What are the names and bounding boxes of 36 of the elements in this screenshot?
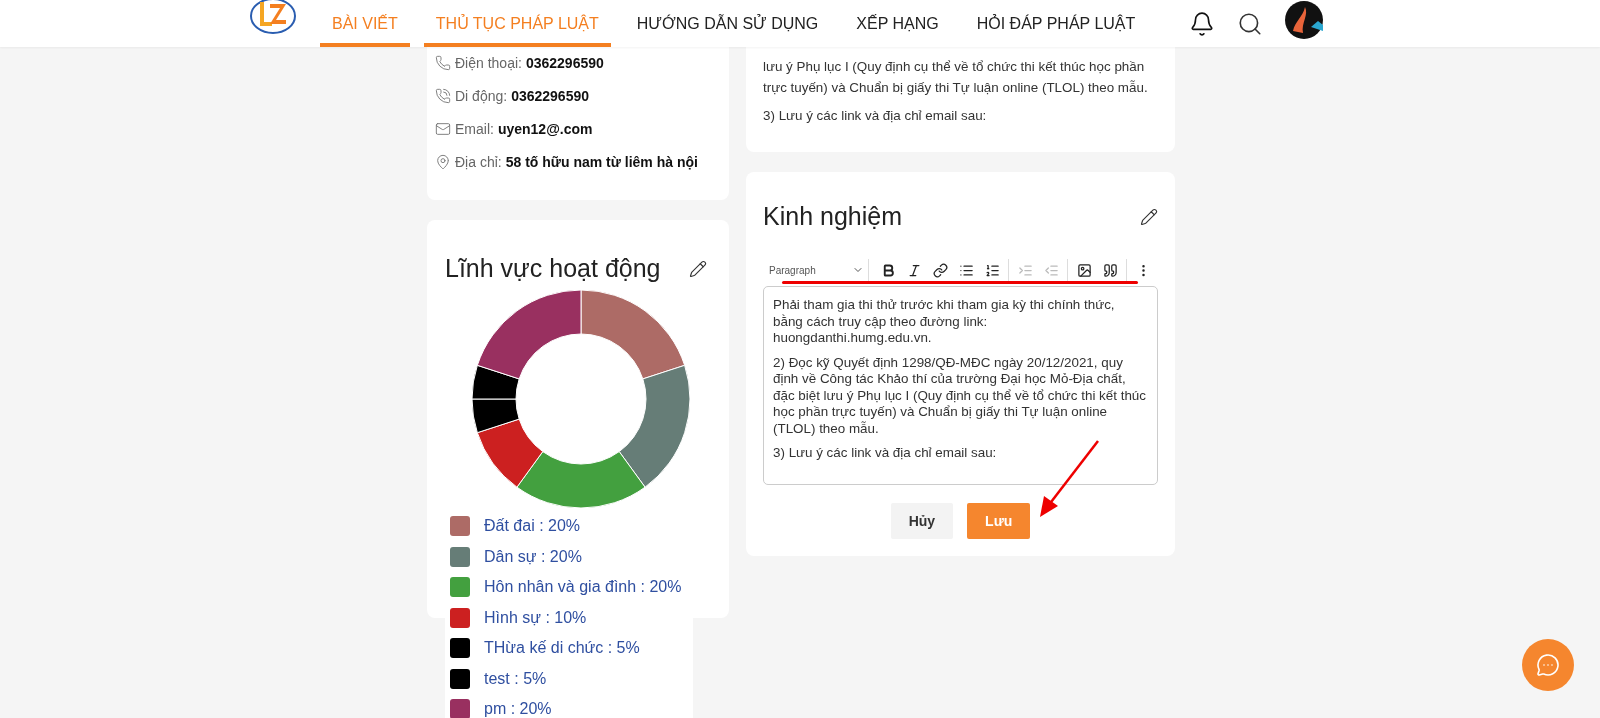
legend-label: Hình sự : 10%	[484, 608, 587, 627]
article-paragraph: lưu ý Phụ lục I (Quy định cụ thể về tổ chức thi kết thúc học phần trực tuyến) và Chuẩn bị giấy thi Tự luận online (TLOL) theo mẫu.	[763, 58, 1149, 97]
nav-link[interactable]: HƯỚNG DẪN SỬ DỤNG	[624, 0, 831, 47]
article-paragraph: 3) Lưu ý các link và địa chỉ email sau:	[763, 107, 988, 125]
legend-label: test : 5%	[484, 669, 547, 688]
chat-icon	[1536, 653, 1560, 677]
cancel-button[interactable]: Hủy	[890, 503, 954, 539]
contact-label: Email:	[455, 120, 494, 137]
logo[interactable]	[248, 0, 298, 36]
editor-field[interactable]	[763, 286, 1158, 485]
legend-label: pm : 20%	[484, 700, 552, 718]
contact-label: Di động:	[455, 87, 508, 104]
edit-icon[interactable]	[689, 259, 707, 278]
editor-paragraph: Phải tham gia thi thử trước khi tham gia kỳ thi chính thức, bằng cách truy cập theo đường link: huongdanthi.humg.edu.vn.	[773, 297, 1116, 347]
contact-value: uyen12@.com	[497, 120, 593, 137]
card-title: Lĩnh vực hoạt động	[445, 254, 661, 283]
legend-label: THừa kế di chức : 5%	[484, 639, 640, 658]
legend-label: Hôn nhân và gia đình : 20%	[484, 578, 682, 597]
phone-icon	[435, 54, 451, 71]
mail-icon	[435, 120, 451, 137]
nav-link[interactable]: XẾP HẠNG	[844, 0, 951, 47]
contact-value: 0362296590	[511, 87, 590, 104]
contact-label: Địa chỉ:	[455, 153, 502, 170]
phone-call-icon	[435, 87, 451, 104]
nav-link[interactable]: HỎI ĐÁP PHÁP LUẬT	[964, 0, 1148, 47]
editor-paragraph: 3) Lưu ý các link và địa chỉ email sau:	[773, 445, 998, 462]
contact-value: 58 tố hữu nam từ liêm hà nội	[505, 153, 698, 170]
card-title: Kinh nghiệm	[763, 202, 902, 231]
contact-value: 0362296590	[525, 54, 604, 71]
contact-label: Điện thoại:	[455, 54, 522, 71]
editor-paragraph: 2) Đọc kỹ Quyết định 1298/QĐ-MĐC ngày 20/12/2021, quy định về Công tác Khảo thí của trường Đại học Mỏ-Địa chất, đặc biệt lưu ý Phụ lục I (Quy định cụ thể về tổ chức thi kết thúc học phần trực tuyến) và Chuẩn bị giấy thi Tự luận online (TLOL) theo mẫu.	[773, 354, 1147, 437]
map-pin-icon	[435, 153, 451, 170]
avatar[interactable]	[1285, 0, 1324, 39]
edit-icon[interactable]	[1140, 207, 1158, 226]
legend-label: Đất đai : 20%	[484, 517, 581, 536]
legend-label: Dân sự : 20%	[484, 547, 582, 566]
